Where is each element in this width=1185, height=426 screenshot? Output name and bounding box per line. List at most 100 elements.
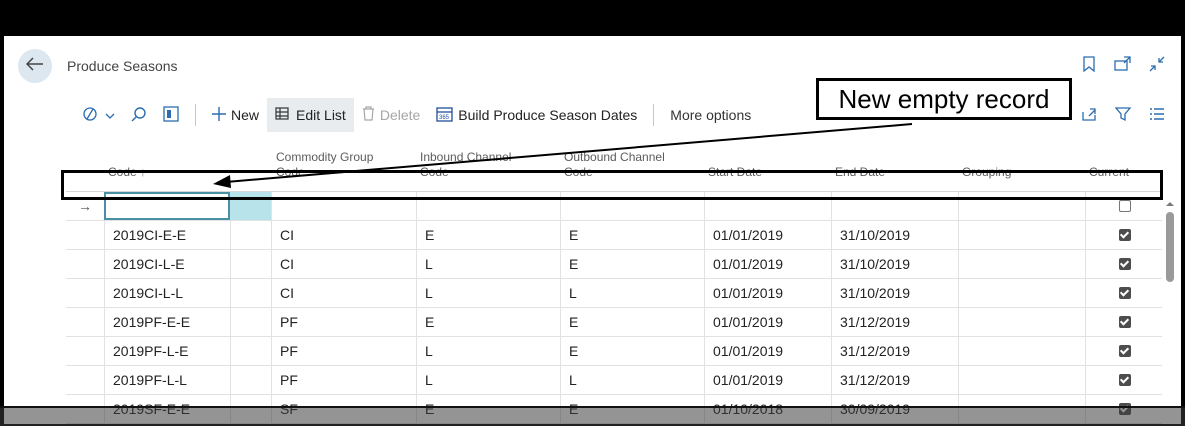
cell-commodity[interactable]: CI	[271, 221, 416, 249]
col-header-inbound-line1: Inbound Channel	[420, 150, 512, 164]
cell-current[interactable]	[1085, 366, 1162, 394]
filter-pane-icon	[82, 106, 100, 125]
search-button[interactable]	[123, 98, 155, 132]
cell-current[interactable]	[1085, 337, 1162, 365]
cell-end[interactable]: 31/10/2019	[831, 250, 958, 278]
table-row[interactable]: 2019CI-L-E CI L E 01/01/2019 31/10/2019	[66, 250, 1162, 279]
cell-grouping[interactable]	[958, 250, 1085, 278]
table-row[interactable]: 2019PF-E-E PF E E 01/01/2019 31/12/2019	[66, 308, 1162, 337]
back-button[interactable]	[18, 49, 52, 83]
annotation-callout: New empty record	[816, 78, 1072, 120]
current-checkbox[interactable]	[1119, 287, 1131, 299]
cell-blank[interactable]	[230, 279, 271, 307]
current-checkbox[interactable]	[1119, 258, 1131, 270]
calendar-icon: 365	[436, 106, 453, 125]
cell-outbound[interactable]: E	[560, 250, 704, 278]
chevron-down-icon	[105, 107, 115, 123]
cell-blank[interactable]	[230, 308, 271, 336]
current-checkbox[interactable]	[1119, 345, 1131, 357]
cell-blank[interactable]	[230, 250, 271, 278]
cell-start[interactable]: 01/01/2019	[704, 308, 831, 336]
open-new-window-icon[interactable]	[1113, 54, 1133, 74]
cell-end[interactable]: 31/10/2019	[831, 221, 958, 249]
cell-code[interactable]: 2019CI-E-E	[104, 221, 230, 249]
cell-outbound[interactable]: L	[560, 366, 704, 394]
build-dates-button[interactable]: 365 Build Produce Season Dates	[428, 98, 645, 132]
cell-grouping[interactable]	[958, 308, 1085, 336]
more-options-button[interactable]: More options	[662, 98, 759, 132]
cell-blank[interactable]	[230, 366, 271, 394]
table-row[interactable]: 2019PF-L-E PF L E 01/01/2019 31/12/2019	[66, 337, 1162, 366]
collapse-icon[interactable]	[1147, 54, 1167, 74]
cell-start[interactable]: 01/01/2019	[704, 221, 831, 249]
bookmark-icon[interactable]	[1079, 54, 1099, 74]
table-body: 2019CI-E-E CI E E 01/01/2019 31/10/2019 2019CI…	[66, 221, 1162, 424]
cell-start[interactable]: 01/01/2019	[704, 250, 831, 278]
cell-code[interactable]: 2019CI-L-L	[104, 279, 230, 307]
cell-end[interactable]: 31/10/2019	[831, 279, 958, 307]
cell-current[interactable]	[1085, 250, 1162, 278]
view-switch-button[interactable]	[74, 98, 123, 132]
cell-outbound[interactable]: E	[560, 337, 704, 365]
cell-commodity[interactable]: CI	[271, 250, 416, 278]
delete-button[interactable]: Delete	[354, 98, 428, 132]
cell-code[interactable]: 2019CI-L-E	[104, 250, 230, 278]
cell-current[interactable]	[1085, 308, 1162, 336]
current-checkbox[interactable]	[1119, 200, 1131, 212]
cell-current[interactable]	[1085, 221, 1162, 249]
cell-blank[interactable]	[230, 221, 271, 249]
table-row[interactable]: 2019CI-L-L CI L L 01/01/2019 31/10/2019	[66, 279, 1162, 308]
table-row[interactable]: 2019PF-L-L PF L L 01/01/2019 31/12/2019	[66, 366, 1162, 395]
annotation-label: New empty record	[838, 83, 1050, 114]
scrollbar-thumb[interactable]	[1166, 212, 1174, 282]
separator	[195, 104, 196, 126]
current-checkbox[interactable]	[1119, 229, 1131, 241]
cell-commodity[interactable]: PF	[271, 308, 416, 336]
cell-outbound[interactable]: E	[560, 221, 704, 249]
separator	[653, 104, 655, 126]
cell-inbound[interactable]: E	[416, 221, 560, 249]
row-marker	[66, 221, 104, 249]
cell-commodity[interactable]: PF	[271, 366, 416, 394]
cell-code[interactable]: 2019PF-E-E	[104, 308, 230, 336]
cell-grouping[interactable]	[958, 279, 1085, 307]
cell-grouping[interactable]	[958, 337, 1085, 365]
edit-list-button[interactable]: Edit List	[267, 98, 354, 132]
action-bar: New Edit List Delete 365 Build Produce S…	[74, 98, 759, 132]
list-actions	[1079, 104, 1167, 124]
row-marker	[66, 366, 104, 394]
cell-blank[interactable]	[230, 337, 271, 365]
cell-start[interactable]: 01/01/2019	[704, 337, 831, 365]
cell-end[interactable]: 31/12/2019	[831, 308, 958, 336]
cell-code[interactable]: 2019PF-L-L	[104, 366, 230, 394]
cell-outbound[interactable]: E	[560, 308, 704, 336]
cell-inbound[interactable]: L	[416, 279, 560, 307]
list-view-icon[interactable]	[1147, 104, 1167, 124]
cell-outbound[interactable]: L	[560, 279, 704, 307]
cell-inbound[interactable]: L	[416, 337, 560, 365]
cell-commodity[interactable]: CI	[271, 279, 416, 307]
cell-inbound[interactable]: L	[416, 250, 560, 278]
table-row[interactable]: 2019CI-E-E CI E E 01/01/2019 31/10/2019	[66, 221, 1162, 250]
cell-inbound[interactable]: E	[416, 308, 560, 336]
layout-button[interactable]	[155, 98, 187, 132]
cell-start[interactable]: 01/01/2019	[704, 366, 831, 394]
more-options-label: More options	[670, 107, 752, 123]
vertical-scrollbar[interactable]	[1164, 196, 1176, 424]
data-grid: → 2019CI-E-E CI E E 01/01/2019 31/10/2019 2019…	[66, 191, 1162, 424]
cell-end[interactable]: 31/12/2019	[831, 337, 958, 365]
current-checkbox[interactable]	[1119, 374, 1131, 386]
current-checkbox[interactable]	[1119, 316, 1131, 328]
cell-code[interactable]: 2019PF-L-E	[104, 337, 230, 365]
cell-inbound[interactable]: L	[416, 366, 560, 394]
cell-start[interactable]: 01/01/2019	[704, 279, 831, 307]
cell-commodity[interactable]: PF	[271, 337, 416, 365]
cell-grouping[interactable]	[958, 221, 1085, 249]
share-icon[interactable]	[1079, 104, 1099, 124]
cell-end[interactable]: 31/12/2019	[831, 366, 958, 394]
scroll-up-icon[interactable]	[1164, 199, 1176, 209]
cell-grouping[interactable]	[958, 366, 1085, 394]
new-button[interactable]: New	[204, 98, 267, 132]
filter-icon[interactable]	[1113, 104, 1133, 124]
cell-current[interactable]	[1085, 279, 1162, 307]
